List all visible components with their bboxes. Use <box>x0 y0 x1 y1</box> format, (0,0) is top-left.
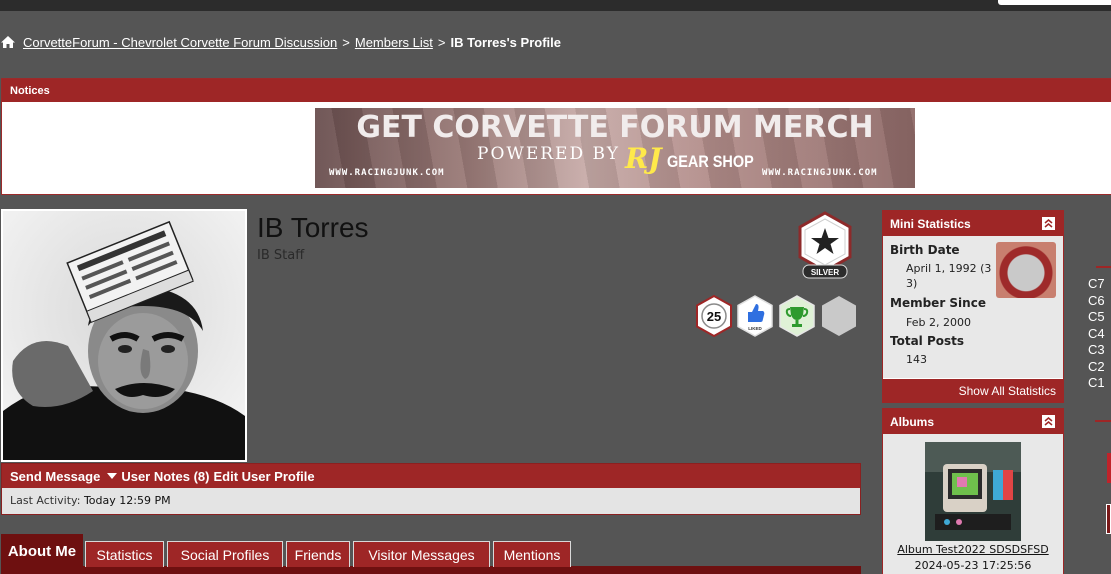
tab-statistics[interactable]: Statistics <box>85 541 164 567</box>
last-activity: Last Activity: Today 12:59 PM <box>2 488 860 513</box>
right-panel-button[interactable] <box>1106 504 1111 534</box>
top-search-input[interactable] <box>998 0 1111 5</box>
profile-user-title: IB Staff <box>257 248 305 263</box>
generation-link[interactable]: C3 <box>1088 342 1105 359</box>
notices-title: Notices <box>2 79 1111 102</box>
tab-friends[interactable]: Friends <box>286 541 350 567</box>
liked-label: LIKED <box>748 326 762 331</box>
banner-powered-by: POWERED BY <box>477 144 620 164</box>
generation-link[interactable]: C6 <box>1088 293 1105 310</box>
profile-actions: Send Message User Notes (8) Edit User Pr… <box>2 464 860 488</box>
birth-date-value-wrap: 3) <box>906 277 918 290</box>
tab-mentions[interactable]: Mentions <box>493 541 571 567</box>
banner-rj-logo: RJ <box>625 142 662 175</box>
generation-link[interactable]: C1 <box>1088 375 1105 392</box>
right-panel-button[interactable] <box>1107 453 1111 483</box>
breadcrumb-separator: > <box>437 34 446 50</box>
user-notes-button[interactable]: User Notes (8) <box>121 469 209 484</box>
collapse-icon[interactable] <box>1042 415 1055 428</box>
albums-title: Albums <box>890 414 935 429</box>
breadcrumb-separator: > <box>342 34 350 50</box>
birth-date-label: Birth Date <box>890 243 960 257</box>
show-all-statistics-link[interactable]: Show All Statistics <box>883 378 1063 402</box>
profile-username: IB Torres <box>257 212 369 243</box>
mini-statistics-title: Mini Statistics <box>890 216 971 231</box>
tab-visitor-messages[interactable]: Visitor Messages <box>353 541 490 567</box>
profile-action-bar: Send Message User Notes (8) Edit User Pr… <box>1 463 861 515</box>
breadcrumb-current: IB Torres's Profile <box>450 34 561 50</box>
send-message-button[interactable]: Send Message <box>10 469 100 484</box>
edit-profile-button[interactable]: Edit User Profile <box>213 469 314 484</box>
notices-panel: Notices GET CORVETTE FORUM MERCH POWERED… <box>1 78 1111 195</box>
home-icon[interactable] <box>0 35 16 49</box>
collapse-icon[interactable] <box>1042 217 1055 230</box>
total-posts-label: Total Posts <box>890 334 965 348</box>
empty-achievement-icon <box>822 296 856 336</box>
breadcrumb: CorvetteForum - Chevrolet Corvette Forum… <box>0 33 561 51</box>
tab-social-profiles[interactable]: Social Profiles <box>167 541 283 567</box>
rank-label: SILVER <box>811 268 840 277</box>
album-date: 2024-05-23 17:25:56 <box>914 559 1032 572</box>
top-header-bar <box>0 0 1111 11</box>
last-activity-value: Today 12:59 PM <box>83 494 171 507</box>
liked-achievement-icon[interactable]: LIKED <box>736 295 774 337</box>
generation-link[interactable]: C4 <box>1088 326 1105 343</box>
albums-header: Albums <box>883 409 1063 434</box>
albums-panel: Albums Album Test2022 SDSDSFSD 2024-05-2… <box>882 408 1064 574</box>
banner-gear-shop: GEAR SHOP <box>667 152 754 171</box>
achievement-count: 25 <box>707 309 721 324</box>
mini-statistics-header: Mini Statistics <box>883 211 1063 236</box>
generation-list: C7 C6 C5 C4 C3 C2 C1 <box>1088 276 1105 392</box>
total-posts-value: 143 <box>906 353 927 366</box>
generation-link[interactable]: C7 <box>1088 276 1105 293</box>
right-panel-edge <box>1095 420 1111 422</box>
right-panel-edge <box>1096 266 1111 268</box>
last-activity-label: Last Activity: <box>10 494 81 507</box>
member-since-value: Feb 2, 2000 <box>906 316 971 329</box>
album-cover-thumbnail[interactable] <box>925 442 1021 541</box>
mini-statistics-body: Birth Date April 1, 1992 (3 3) Member Si… <box>883 236 1063 378</box>
breadcrumb-link-forum[interactable]: CorvetteForum - Chevrolet Corvette Forum… <box>23 35 337 50</box>
silver-rank-badge[interactable]: SILVER <box>796 211 854 281</box>
tabs-underline <box>1 566 861 574</box>
trophy-achievement-icon[interactable] <box>778 295 816 337</box>
generation-link[interactable]: C2 <box>1088 359 1105 376</box>
avatar-photo <box>3 211 245 460</box>
tab-about-me[interactable]: About Me <box>1 534 83 568</box>
member-since-label: Member Since <box>890 296 986 310</box>
breadcrumb-link-members[interactable]: Members List <box>355 35 433 50</box>
corvette-emblem-thumbnail[interactable] <box>996 242 1056 298</box>
mini-statistics-panel: Mini Statistics Birth Date April 1, 1992… <box>882 210 1064 403</box>
profile-tabs: About Me Statistics Social Profiles Frie… <box>1 534 861 574</box>
birth-date-value: April 1, 1992 (3 <box>906 262 992 275</box>
banner-url-left: WWW.RACINGJUNK.COM <box>329 168 445 178</box>
banner-url-right: WWW.RACINGJUNK.COM <box>762 168 878 178</box>
generation-link[interactable]: C5 <box>1088 309 1105 326</box>
caret-down-icon[interactable] <box>107 473 118 479</box>
post-count-achievement-icon[interactable]: 25 <box>695 295 733 337</box>
merch-banner[interactable]: GET CORVETTE FORUM MERCH POWERED BY RJ G… <box>315 108 915 188</box>
album-title-link[interactable]: Album Test2022 SDSDSFSD <box>883 543 1063 556</box>
profile-avatar <box>1 209 247 462</box>
banner-headline: GET CORVETTE FORUM MERCH <box>356 110 874 145</box>
